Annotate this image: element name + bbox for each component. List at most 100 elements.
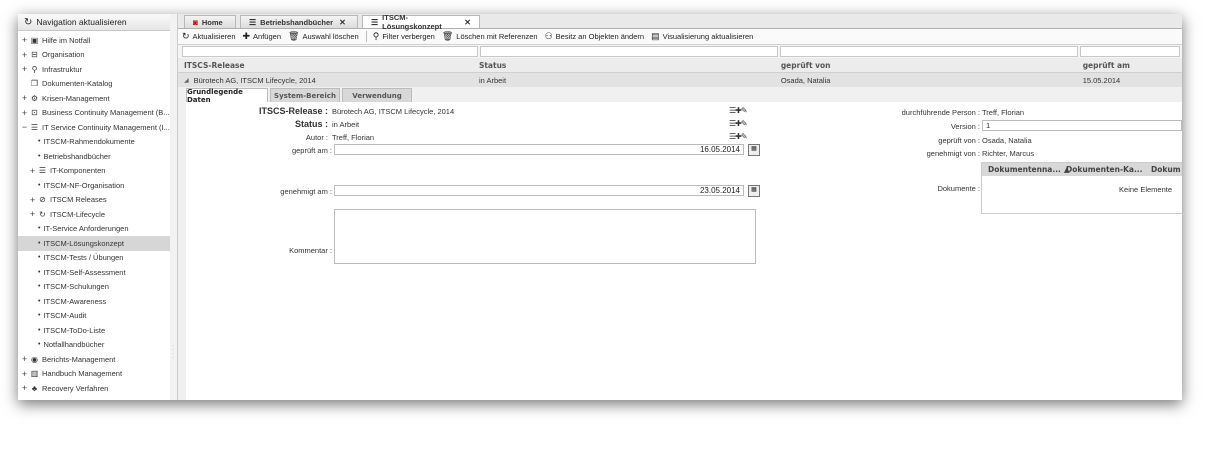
close-icon[interactable]: ✕ bbox=[464, 18, 471, 27]
sidebar-item-betriebshandbücher[interactable]: • Betriebshandbücher bbox=[18, 149, 170, 164]
kommentar-textarea[interactable] bbox=[334, 209, 756, 264]
sidebar-item-itscm-audit[interactable]: • ITSCM-Audit bbox=[18, 309, 170, 324]
close-icon[interactable]: ✕ bbox=[339, 18, 346, 27]
sidebar-item-it-komponenten[interactable]: + ☰ IT-Komponenten bbox=[18, 164, 170, 179]
expand-toggle-icon[interactable]: + bbox=[20, 354, 29, 364]
tab-verwendung[interactable]: Verwendung bbox=[342, 88, 412, 102]
bullet-icon: • bbox=[38, 254, 41, 262]
grid-header: ITSCS-Release Status geprüft von geprüft… bbox=[178, 58, 1182, 73]
sidebar-item-dokumenten-katalog[interactable]: ❐ Dokumenten-Katalog bbox=[18, 77, 170, 92]
column-header-dokumentenname[interactable]: Dokumentenna... ▲ bbox=[982, 165, 1070, 174]
sidebar-item-label: IT-Komponenten bbox=[50, 166, 106, 176]
toolbar-button-label: Visualisierung aktualisieren bbox=[662, 32, 754, 41]
filter-input-status[interactable] bbox=[480, 46, 779, 57]
sidebar-item-business-continuity-management-b[interactable]: + ⊡ Business Continuity Management (B... bbox=[18, 106, 170, 121]
sidebar-item-krisen-management[interactable]: + ⚙ Krisen-Management bbox=[18, 91, 170, 106]
sidebar-item-hilfe-im-notfall[interactable]: + ▣ Hilfe im Notfall bbox=[18, 33, 170, 48]
sidebar-item-berichts-management[interactable]: + ◉ Berichts-Management bbox=[18, 352, 170, 367]
filter-input-geprueft-am[interactable] bbox=[1080, 46, 1181, 57]
calendar-icon[interactable]: ▦ bbox=[748, 185, 760, 197]
category-icon: ◉ bbox=[31, 354, 38, 364]
expand-toggle-icon[interactable]: − bbox=[20, 122, 29, 132]
expand-toggle-icon[interactable]: + bbox=[20, 35, 29, 45]
filter-verbergen-icon: ⚲ bbox=[372, 31, 380, 41]
tab-home[interactable]: ◙ Home bbox=[184, 15, 236, 28]
besitz-an-objekten-ändern-button[interactable]: ⚇ Besitz an Objekten ändern bbox=[545, 31, 644, 42]
genehmigt-am-field[interactable]: 23.05.2014 bbox=[334, 185, 744, 196]
column-header-geprueft-von[interactable]: geprüft von bbox=[781, 61, 1083, 70]
row-expander-icon[interactable]: ◢ bbox=[184, 77, 189, 84]
version-field[interactable]: 1 bbox=[982, 120, 1182, 131]
sidebar-item-itscm-tests-übungen[interactable]: • ITSCM-Tests / Übungen bbox=[18, 251, 170, 266]
home-icon: ◙ bbox=[193, 17, 198, 27]
category-icon: ❐ bbox=[30, 79, 39, 89]
expand-toggle-icon[interactable]: + bbox=[20, 383, 29, 393]
sidebar-item-it-service-anforderungen[interactable]: • IT-Service Anforderungen bbox=[18, 222, 170, 237]
document-list-icon: ☰ bbox=[249, 17, 257, 27]
refresh-navigation-button[interactable]: ↻ Navigation aktualisieren bbox=[18, 14, 170, 31]
tab-itscm-lösungskonzept[interactable]: ☰ ITSCM-Lösungskonzept ✕ bbox=[362, 14, 480, 31]
calendar-icon[interactable]: ▦ bbox=[748, 144, 760, 156]
column-header-geprueft-am[interactable]: geprüft am bbox=[1083, 61, 1182, 70]
navigation-sidebar: ↻ Navigation aktualisieren + ▣ Hilfe im No… bbox=[18, 14, 171, 400]
tab-grundlegende-daten[interactable]: Grundlegende Daten bbox=[186, 88, 268, 104]
dokumente-label: Dokumente : bbox=[937, 184, 980, 193]
sidebar-item-itscm-schulungen[interactable]: • ITSCM-Schulungen bbox=[18, 280, 170, 295]
kommentar-label: Kommentar : bbox=[289, 246, 332, 255]
sidebar-item-label: Hilfe im Notfall bbox=[42, 35, 91, 45]
expand-toggle-icon[interactable]: + bbox=[28, 166, 37, 176]
tab-label: Betriebshandbücher bbox=[260, 17, 334, 27]
sidebar-item-itscm-todo-liste[interactable]: • ITSCM-ToDo-Liste bbox=[18, 323, 170, 338]
sidebar-item-recovery-verfahren[interactable]: + ♣ Recovery Verfahren bbox=[18, 381, 170, 396]
filter-input-release[interactable] bbox=[182, 46, 479, 57]
sidebar-item-itscm-releases[interactable]: + ⊘ ITSCM Releases bbox=[18, 193, 170, 208]
sidebar-item-notfallhandbücher[interactable]: • Notfallhandbücher bbox=[18, 338, 170, 353]
sidebar-item-itscm-lifecycle[interactable]: + ↻ ITSCM-Lifecycle bbox=[18, 207, 170, 222]
expand-toggle-icon[interactable]: + bbox=[20, 50, 29, 60]
visualisierung-aktualisieren-button[interactable]: ▤ Visualisierung aktualisieren bbox=[651, 31, 753, 42]
expand-toggle-icon[interactable]: + bbox=[20, 108, 29, 118]
löschen-mit-referenzen-button[interactable]: 🗑 Löschen mit Referenzen bbox=[442, 31, 538, 42]
column-header-dokumenten-katalog[interactable]: Dokumenten-Ka... bbox=[1063, 165, 1148, 174]
auswahl-löschen-icon: 🗑 bbox=[288, 31, 300, 41]
sidebar-item-organisation[interactable]: + ⊟ Organisation bbox=[18, 48, 170, 63]
expand-toggle-icon[interactable]: + bbox=[28, 195, 37, 205]
status-value: in Arbeit bbox=[332, 120, 360, 129]
expand-toggle-icon[interactable]: + bbox=[20, 369, 29, 379]
dokumente-table-header: Dokumentenna... ▲ Dokumenten-Ka... Dokum bbox=[982, 163, 1182, 176]
expand-toggle-icon[interactable]: + bbox=[20, 93, 29, 103]
sidebar-item-itscm-lösungskonzept[interactable]: • ITSCM-Lösungskonzept bbox=[18, 236, 170, 251]
sidebar-item-label: Dokumenten-Katalog bbox=[42, 79, 113, 89]
filter-verbergen-button[interactable]: ⚲ Filter verbergen bbox=[373, 31, 435, 42]
cell-release: ◢ Bürotech AG, ITSCM Lifecycle, 2014 bbox=[178, 76, 479, 85]
tab-betriebshandbücher[interactable]: ☰ Betriebshandbücher ✕ bbox=[240, 15, 358, 28]
sidebar-item-it-service-continuity-management-i[interactable]: − ☰ IT Service Continuity Management (I... bbox=[18, 120, 170, 135]
aktualisieren-button[interactable]: ↻ Aktualisieren bbox=[182, 31, 236, 42]
list-edit-icon[interactable]: ☰✚✎ bbox=[729, 119, 748, 128]
release-label: ITSCS-Release : bbox=[258, 106, 328, 116]
list-edit-icon[interactable]: ☰✚✎ bbox=[729, 106, 748, 115]
auswahl-löschen-button[interactable]: 🗑 Auswahl löschen bbox=[288, 31, 359, 42]
tab-system-bereich[interactable]: System-Bereich bbox=[270, 88, 340, 102]
sidebar-item-infrastruktur[interactable]: + ⚲ Infrastruktur bbox=[18, 62, 170, 77]
sidebar-splitter[interactable]: · · · · bbox=[170, 14, 178, 400]
column-header-release[interactable]: ITSCS-Release bbox=[178, 61, 479, 70]
sidebar-item-handbuch-management[interactable]: + ▥ Handbuch Management bbox=[18, 367, 170, 382]
toolbar-button-label: Anfügen bbox=[253, 32, 281, 41]
expand-toggle-icon[interactable]: + bbox=[20, 64, 29, 74]
anfügen-button[interactable]: ✚ Anfügen bbox=[243, 31, 282, 42]
bullet-icon: • bbox=[38, 181, 41, 189]
filter-input-geprueft-von[interactable] bbox=[780, 46, 1078, 57]
column-header-status[interactable]: Status bbox=[479, 61, 781, 70]
sidebar-item-itscm-self-assessment[interactable]: • ITSCM-Self-Assessment bbox=[18, 265, 170, 280]
geprueft-am-field[interactable]: 16.05.2014 bbox=[334, 144, 744, 155]
sidebar-item-itscm-nf-organisation[interactable]: • ITSCM-NF-Organisation bbox=[18, 178, 170, 193]
column-header-dokum[interactable]: Dokum bbox=[1148, 165, 1181, 174]
sidebar-item-label: ITSCM-Lösungskonzept bbox=[43, 238, 124, 248]
sidebar-item-itscm-awareness[interactable]: • ITSCM-Awareness bbox=[18, 294, 170, 309]
list-edit-icon[interactable]: ☰✚✎ bbox=[729, 132, 748, 141]
table-row[interactable]: ◢ Bürotech AG, ITSCM Lifecycle, 2014 in … bbox=[178, 73, 1182, 87]
category-icon: ♣ bbox=[31, 383, 38, 393]
expand-toggle-icon[interactable]: + bbox=[28, 209, 37, 219]
sidebar-item-itscm-rahmendokumente[interactable]: • ITSCM-Rahmendokumente bbox=[18, 135, 170, 150]
